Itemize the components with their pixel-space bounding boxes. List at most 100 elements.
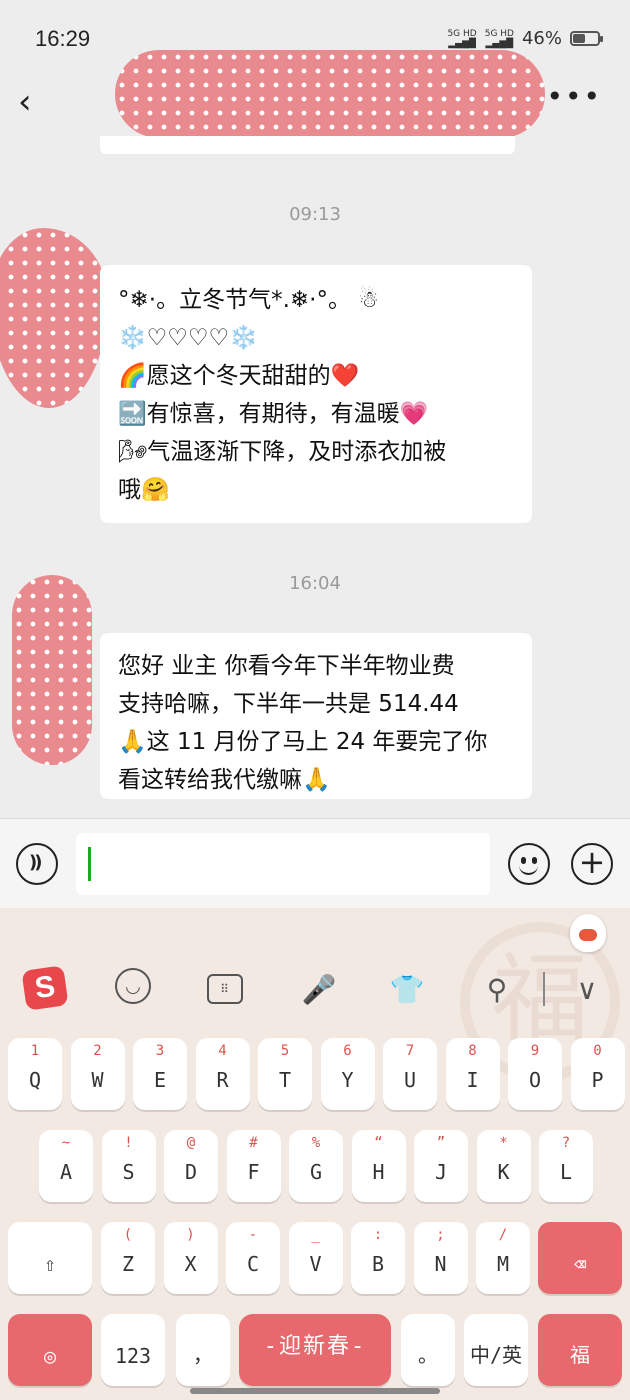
key-g[interactable]: % G <box>289 1130 343 1202</box>
voice-icon[interactable] <box>16 843 58 885</box>
key-secondary-label: : <box>373 1227 383 1243</box>
key-label: R <box>216 1068 229 1092</box>
keyboard-layout-icon[interactable]: ⠿ <box>207 974 243 1004</box>
key-z[interactable]: (Z <box>101 1222 155 1294</box>
key-e[interactable]: 3E <box>133 1038 187 1110</box>
comma-key[interactable]: ， <box>176 1314 230 1386</box>
key-label: Y <box>341 1068 354 1092</box>
key-o[interactable]: 9O <box>508 1038 562 1110</box>
keyboard: 福 S ◡ ⠿ 🎤 👕 ⚲ ∨ 1 Q 2 W 3 E 4 R 5 T 6 Y 7 U 8 I 9 O 0 P ~ A! S… <box>0 908 630 1400</box>
key-secondary-label: ) <box>186 1227 195 1243</box>
key-k[interactable]: * K <box>476 1130 531 1202</box>
more-icon[interactable]: ••• <box>546 80 602 113</box>
message-input[interactable] <box>76 833 490 895</box>
battery-icon <box>570 31 603 46</box>
key-h[interactable]: “H <box>351 1130 406 1202</box>
key-m[interactable]: / M <box>476 1222 530 1294</box>
key-secondary-label: 3 <box>155 1043 165 1059</box>
key-label: L <box>559 1160 573 1184</box>
key-label: P <box>591 1068 604 1092</box>
keyboard-toolbar: S ◡ ⠿ 🎤 👕 ⚲ ∨ <box>0 964 630 1014</box>
text-cursor <box>88 847 91 881</box>
key-b[interactable]: :B <box>351 1222 405 1294</box>
key-t[interactable]: 5T <box>258 1038 312 1110</box>
avatar[interactable] <box>0 228 108 408</box>
key-p[interactable]: 0P <box>570 1038 625 1110</box>
key-secondary-label: % <box>311 1135 321 1151</box>
message-bubble[interactable]: 您好 业主 你看今年下半年物业费 支持哈嘛，下半年一共是 514.44 🙏这 1… <box>100 633 532 799</box>
key-y[interactable]: 6Y <box>320 1038 375 1110</box>
language-toggle-key[interactable]: 中/英 <box>464 1314 528 1386</box>
key-label: -迎新春- <box>263 1334 367 1359</box>
message-line: 🙏这 11 月份了马上 24 年要完了你 <box>118 729 488 755</box>
key-label: N <box>434 1252 447 1276</box>
key-label: W <box>91 1068 104 1092</box>
key-secondary-label: ” <box>436 1135 446 1151</box>
key-secondary-label: ! <box>124 1135 133 1151</box>
space-key[interactable]: -迎新春- <box>239 1314 391 1386</box>
key-secondary-label: 4 <box>218 1043 227 1059</box>
message-line: ❄️♡♡♡♡❄️ <box>118 325 258 351</box>
mascot-icon[interactable] <box>570 914 606 952</box>
backspace-key[interactable]: ⌫ <box>538 1222 622 1294</box>
emoji-icon[interactable] <box>508 843 550 885</box>
key-v[interactable]: _ V <box>288 1222 343 1294</box>
signal-icon: 5G HD ▂▄▆█ <box>447 28 477 49</box>
skin-icon[interactable]: 👕 <box>386 968 428 1010</box>
home-indicator <box>190 1388 440 1394</box>
key-label: 123 <box>114 1344 152 1368</box>
chat-header: ‹ ••• <box>0 50 630 138</box>
message-bubble[interactable]: °❄·。立冬节气*.❄·°。 ☃ ❄️♡♡♡♡❄️ 🌈愿这个冬天甜甜的❤️ 🔜有… <box>100 265 532 523</box>
key-a[interactable]: ~ A <box>39 1130 93 1202</box>
back-icon[interactable]: ‹ <box>18 82 58 122</box>
key-secondary-label: 5 <box>280 1043 290 1059</box>
key-label: E <box>153 1068 167 1092</box>
message-timestamp: 16:04 <box>289 573 341 594</box>
key-u[interactable]: 7U <box>383 1038 437 1110</box>
key-secondary-label: ~ <box>61 1135 71 1151</box>
key-w[interactable]: 2W <box>70 1038 125 1110</box>
key-label: O <box>528 1068 542 1092</box>
toolbar-divider <box>543 972 545 1006</box>
collapse-keyboard-icon[interactable]: ∨ <box>566 968 608 1010</box>
key-i[interactable]: 8I <box>445 1038 500 1110</box>
shift-key[interactable]: ⇧ <box>8 1222 92 1294</box>
key-secondary-label: ? <box>561 1135 571 1151</box>
input-bar: + <box>0 818 630 908</box>
key-label: 。 <box>418 1343 438 1367</box>
number-mode-key[interactable]: 123 <box>101 1314 165 1386</box>
key-label: B <box>371 1252 385 1276</box>
period-key[interactable]: 。 <box>401 1314 455 1386</box>
key-label: J <box>434 1160 448 1184</box>
key-label: S <box>122 1160 135 1184</box>
key-r[interactable]: 4R <box>195 1038 250 1110</box>
key-label: M <box>496 1252 510 1276</box>
key-secondary-label: _ <box>311 1227 320 1243</box>
key-c[interactable]: -C <box>226 1222 280 1294</box>
key-j[interactable]: ” J <box>414 1130 468 1202</box>
plus-icon[interactable]: + <box>571 843 613 885</box>
key-q[interactable]: 1Q <box>8 1038 62 1110</box>
sogou-logo-icon[interactable]: S <box>21 965 69 1011</box>
key-n[interactable]: ; N <box>413 1222 468 1294</box>
key-f[interactable]: # F <box>226 1130 281 1202</box>
key-secondary-label: * <box>499 1135 508 1151</box>
microphone-icon[interactable]: 🎤 <box>298 968 340 1010</box>
status-time: 16:29 <box>35 26 91 51</box>
key-l[interactable]: ? L <box>539 1130 593 1202</box>
key-d[interactable]: @ D <box>164 1130 218 1202</box>
search-icon[interactable]: ⚲ <box>476 968 518 1010</box>
key-secondary-label: 7 <box>405 1043 415 1059</box>
key-s[interactable]: ! S <box>101 1130 156 1202</box>
key-label: H <box>372 1160 385 1184</box>
key-label: G <box>309 1160 323 1184</box>
key-x[interactable]: ) X <box>163 1222 218 1294</box>
key-secondary-label: # <box>249 1135 258 1151</box>
symbol-key[interactable]: ◎ <box>8 1314 92 1386</box>
fu-key[interactable]: 福 <box>538 1314 622 1386</box>
status-icons: 5G HD ▂▄▆█ 5G HD ▂▄▆█ 46% <box>447 28 603 49</box>
emoji-panel-icon[interactable]: ◡ <box>115 968 151 1004</box>
avatar[interactable] <box>12 575 92 765</box>
key-secondary-label: 6 <box>343 1043 352 1059</box>
message-line: 您好 业主 你看今年下半年物业费 <box>118 653 455 679</box>
